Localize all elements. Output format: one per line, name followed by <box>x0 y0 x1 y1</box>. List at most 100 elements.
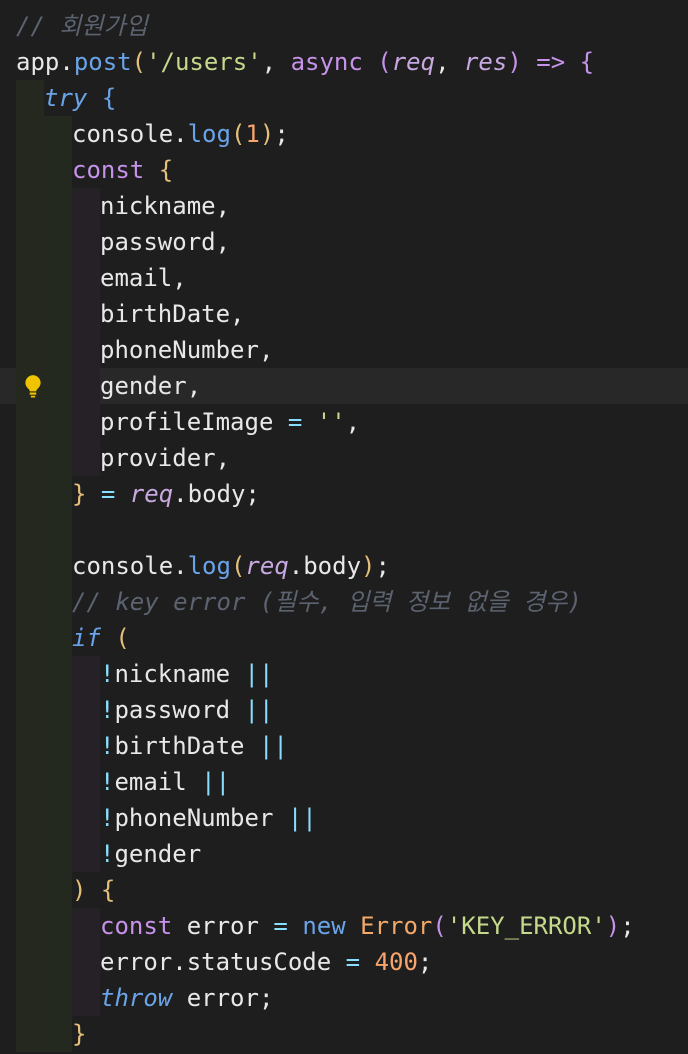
indent-guide <box>16 764 44 800</box>
code-line[interactable]: const { <box>0 152 688 188</box>
code-line[interactable]: if ( <box>0 620 688 656</box>
code-token: { <box>101 84 117 112</box>
code-line[interactable]: error.statusCode = 400; <box>0 944 688 980</box>
indent-guide <box>44 440 72 476</box>
code-line[interactable]: throw error; <box>0 980 688 1016</box>
code-line[interactable]: provider, <box>0 440 688 476</box>
code-line[interactable]: // 회원가입 <box>0 8 688 44</box>
code-token: ; <box>258 984 274 1012</box>
indent-guide <box>44 152 72 188</box>
indent-guide <box>72 332 100 368</box>
code-line[interactable]: birthDate, <box>0 296 688 332</box>
lightbulb-icon[interactable] <box>20 373 46 399</box>
indent-guide <box>72 440 100 476</box>
indent-guide <box>44 1016 72 1052</box>
code-line[interactable]: nickname, <box>0 188 688 224</box>
code-token: ) <box>507 48 522 76</box>
code-line[interactable]: const error = new Error('KEY_ERROR'); <box>0 908 688 944</box>
code-token: new <box>302 912 346 940</box>
indent-guide <box>16 692 44 728</box>
code-token: error <box>186 912 259 940</box>
code-line[interactable]: !birthDate || <box>0 728 688 764</box>
code-line[interactable]: console.log(req.body); <box>0 548 688 584</box>
code-line[interactable]: !email || <box>0 764 688 800</box>
code-token: 400 <box>374 948 418 976</box>
code-line[interactable]: !phoneNumber || <box>0 800 688 836</box>
indent-guide <box>16 296 44 332</box>
code-line[interactable]: console.log(1); <box>0 116 688 152</box>
indent-guide <box>44 620 72 656</box>
code-text: console.log(req.body); <box>72 548 390 584</box>
indent-guide <box>44 980 72 1016</box>
code-token: phoneNumber, <box>100 336 274 364</box>
code-token: birthDate, <box>100 300 245 328</box>
indent-guide <box>16 332 44 368</box>
code-line[interactable]: ) { <box>0 872 688 908</box>
code-token: ! <box>100 732 115 760</box>
code-line[interactable]: } <box>0 1016 688 1052</box>
code-token: email <box>114 768 187 796</box>
code-token: . <box>173 480 188 508</box>
code-token: log <box>187 552 231 580</box>
indent-guide <box>16 1016 44 1052</box>
code-line[interactable]: password, <box>0 224 688 260</box>
code-token: } <box>72 480 87 508</box>
code-token: profileImage <box>100 408 274 436</box>
code-token: = <box>100 480 116 508</box>
code-line[interactable]: } = req.body; <box>0 476 688 512</box>
indent-guide <box>16 152 44 188</box>
indent-guide <box>44 476 72 512</box>
code-line[interactable]: gender, <box>0 368 688 404</box>
code-token: ! <box>100 768 115 796</box>
code-text: error.statusCode = 400; <box>100 944 432 980</box>
code-token: = <box>345 948 361 976</box>
code-token: ( <box>230 120 246 148</box>
code-text: email, <box>100 260 187 296</box>
code-token: statusCode <box>186 948 332 976</box>
code-token: app <box>16 48 60 76</box>
indent-guide <box>72 260 100 296</box>
code-line[interactable]: // key error (필수, 입력 정보 없을 경우) <box>0 584 688 620</box>
code-line[interactable]: app.post('/users', async (req, res) => { <box>0 44 688 80</box>
code-line[interactable]: !nickname || <box>0 656 688 692</box>
code-token: = <box>287 408 303 436</box>
code-token: ! <box>100 696 115 724</box>
indent-guide <box>16 224 44 260</box>
code-token: || <box>244 660 274 688</box>
code-editor[interactable]: // 회원가입 app.post('/users', async (req, re… <box>0 0 688 1054</box>
indent-guide <box>44 116 72 152</box>
code-line[interactable]: !gender <box>0 836 688 872</box>
code-token: nickname <box>114 660 231 688</box>
indent-guide <box>44 584 72 620</box>
indent-guide <box>16 476 44 512</box>
code-line[interactable]: phoneNumber, <box>0 332 688 368</box>
indent-guide <box>16 260 44 296</box>
code-token: gender <box>114 840 202 868</box>
code-line[interactable] <box>0 512 688 548</box>
code-line[interactable]: email, <box>0 260 688 296</box>
code-token: post <box>73 48 132 76</box>
code-line[interactable]: profileImage = '', <box>0 404 688 440</box>
indent-guide <box>72 692 100 728</box>
code-line[interactable]: try { <box>0 80 688 116</box>
code-token: ! <box>100 660 115 688</box>
indent-guide <box>44 404 72 440</box>
code-text: throw error; <box>100 980 273 1016</box>
code-token: ; <box>274 120 289 148</box>
code-token: error <box>186 984 259 1012</box>
code-line[interactable]: !password || <box>0 692 688 728</box>
code-text: try { <box>44 80 116 116</box>
code-token: { <box>100 876 116 904</box>
code-token: const <box>100 912 173 940</box>
code-token: ) <box>361 552 376 580</box>
code-token: req <box>391 48 436 76</box>
